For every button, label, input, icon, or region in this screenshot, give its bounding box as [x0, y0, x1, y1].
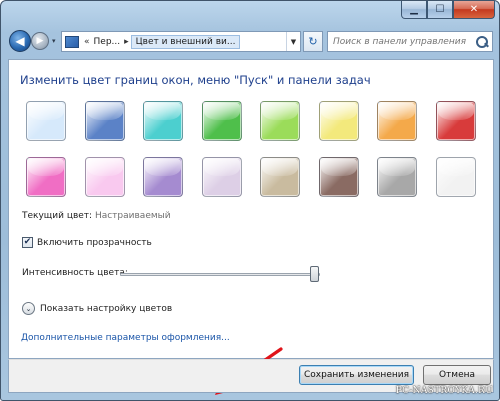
- search-box[interactable]: [327, 31, 493, 52]
- color-swatch-lavender[interactable]: [201, 157, 242, 197]
- color-swatch-violet[interactable]: [143, 157, 183, 197]
- intensity-slider-thumb[interactable]: [309, 266, 319, 282]
- navigation-bar: ◀ ▶ ▾ « Пер... ▸ Цвет и внешний ви... ▼ …: [7, 29, 495, 55]
- address-bar[interactable]: « Пер... ▸ Цвет и внешний ви... ▼: [61, 31, 301, 52]
- color-swatch-frost[interactable]: [435, 157, 476, 197]
- title-bar: ▁ ☐ ✕: [1, 1, 500, 27]
- color-swatch-pumpkin[interactable]: [377, 101, 417, 141]
- color-swatch-lime[interactable]: [260, 101, 300, 141]
- color-swatch-slate[interactable]: [377, 157, 417, 197]
- advanced-appearance-link[interactable]: Дополнительные параметры оформления...: [21, 333, 230, 343]
- transparency-option[interactable]: ✔ Включить прозрачность: [22, 237, 152, 248]
- save-changes-button[interactable]: Сохранить изменения: [299, 365, 414, 385]
- transparency-checkbox[interactable]: ✔: [22, 237, 33, 248]
- content-pane: Изменить цвет границ окон, меню "Пуск" и…: [8, 59, 494, 395]
- color-swatch-leaf[interactable]: [201, 101, 242, 141]
- window-frame: ▁ ☐ ✕ ◀ ▶ ▾ « Пер... ▸ Цвет и внешний ви…: [0, 0, 500, 401]
- watermark: PC-NASTROYKA.RU: [395, 386, 493, 396]
- minimize-button[interactable]: ▁: [401, 1, 427, 19]
- back-arrow-icon[interactable]: ◀: [9, 30, 31, 52]
- color-swatch-taupe[interactable]: [260, 157, 300, 197]
- control-panel-icon: [65, 35, 79, 48]
- search-input[interactable]: [328, 36, 475, 47]
- breadcrumb-item[interactable]: Пер...: [92, 37, 123, 47]
- caption-buttons: ▁ ☐ ✕: [401, 1, 495, 19]
- close-button[interactable]: ✕: [453, 1, 495, 19]
- show-color-mixer[interactable]: ⌄ Показать настройку цветов: [22, 302, 172, 315]
- color-swatch-ruby[interactable]: [435, 101, 476, 141]
- forward-arrow-icon[interactable]: ▶: [31, 32, 49, 50]
- cancel-button[interactable]: Отмена: [423, 365, 491, 385]
- color-swatch-lemon[interactable]: [318, 101, 359, 141]
- color-swatch-blush[interactable]: [84, 157, 125, 197]
- transparency-label[interactable]: Включить прозрачность: [37, 238, 152, 248]
- color-swatch-fuchsia[interactable]: [26, 157, 66, 197]
- breadcrumb-overflow-icon[interactable]: «: [82, 37, 92, 47]
- color-swatch-twilight[interactable]: [84, 101, 125, 141]
- color-swatch-sea[interactable]: [143, 101, 183, 141]
- expand-chevron-icon[interactable]: ⌄: [22, 302, 35, 315]
- address-dropdown-icon[interactable]: ▼: [286, 32, 300, 51]
- breadcrumb-chevron-icon[interactable]: ▸: [122, 37, 131, 47]
- search-icon[interactable]: [475, 35, 489, 49]
- history-dropdown-icon[interactable]: ▾: [52, 37, 58, 45]
- intensity-slider-track[interactable]: [120, 273, 320, 276]
- color-swatch-chocolate[interactable]: [318, 157, 359, 197]
- current-color-value: Настраиваемый: [94, 211, 171, 221]
- refresh-icon[interactable]: ↻: [303, 31, 323, 52]
- maximize-button[interactable]: ☐: [427, 1, 453, 19]
- current-color-label: Текущий цвет:: [22, 211, 93, 221]
- show-color-mixer-label[interactable]: Показать настройку цветов: [40, 304, 172, 314]
- color-swatch-sky[interactable]: [26, 101, 66, 141]
- intensity-label: Интенсивность цвета:: [22, 268, 128, 278]
- current-color: Текущий цвет: Настраиваемый: [22, 211, 171, 221]
- page-title: Изменить цвет границ окон, меню "Пуск" и…: [20, 73, 371, 87]
- breadcrumb-item-current[interactable]: Цвет и внешний ви...: [130, 34, 241, 49]
